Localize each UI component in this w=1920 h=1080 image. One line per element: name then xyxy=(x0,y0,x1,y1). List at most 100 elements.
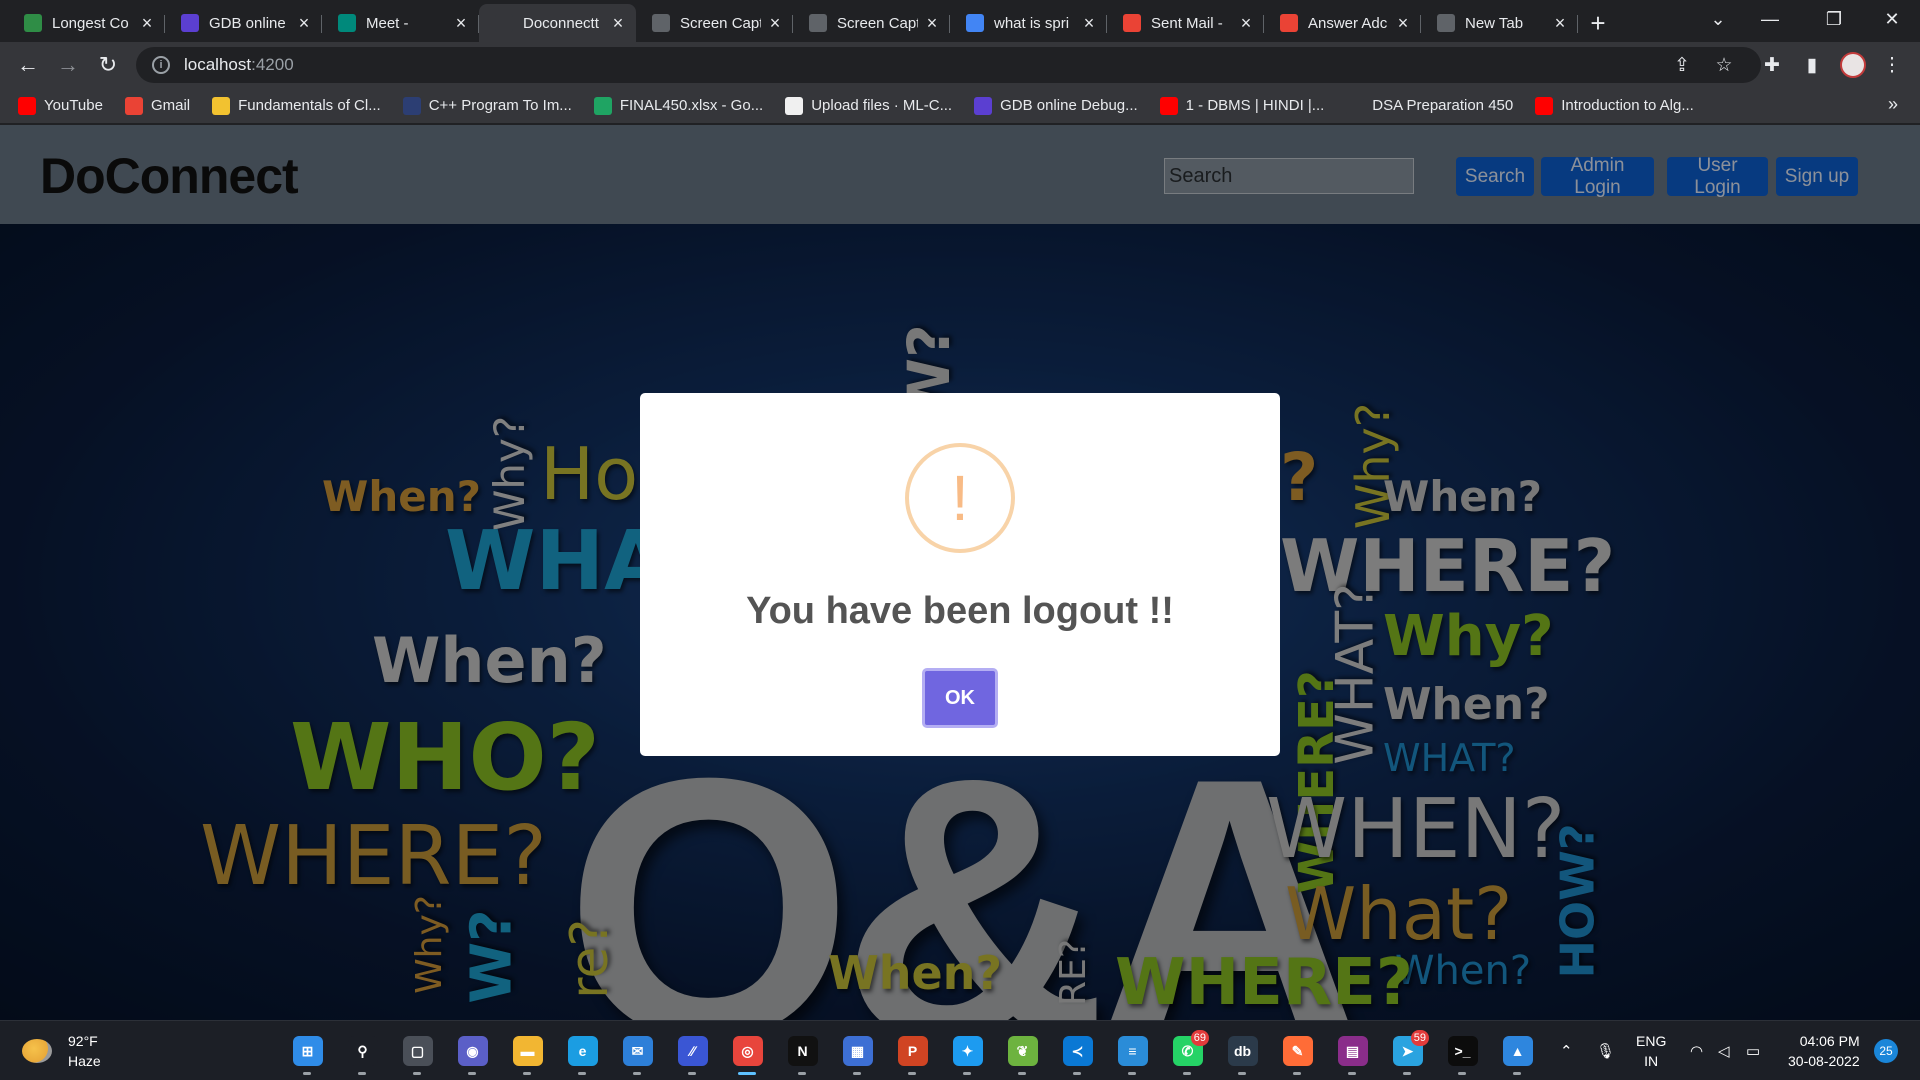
forward-icon[interactable]: → xyxy=(48,45,88,85)
taskbar-app[interactable]: db xyxy=(1215,1027,1270,1075)
battery-icon[interactable]: ▭ xyxy=(1746,1021,1760,1080)
running-indicator xyxy=(1238,1072,1246,1075)
bookmark-item[interactable]: FINAL450.xlsx - Go... xyxy=(593,96,763,115)
tab-title: Answer Adc xyxy=(1308,14,1388,32)
close-tab-icon[interactable]: × xyxy=(924,13,940,34)
taskbar-app[interactable]: P xyxy=(885,1027,940,1075)
minimize-icon[interactable]: — xyxy=(1742,0,1798,38)
browser-tab[interactable]: Screen Capt × xyxy=(793,4,950,42)
close-tab-icon[interactable]: × xyxy=(453,13,469,34)
site-info-icon[interactable]: i xyxy=(152,56,170,74)
taskbar-app[interactable]: ➤ 59 xyxy=(1380,1027,1435,1075)
microphone-icon[interactable]: 🎙 xyxy=(1596,1021,1615,1080)
reload-icon[interactable]: ↻ xyxy=(88,45,128,85)
taskbar-app[interactable]: ⊞ xyxy=(280,1027,335,1075)
taskbar-app[interactable]: >_ xyxy=(1435,1027,1490,1075)
bookmark-item[interactable]: Gmail xyxy=(124,96,190,115)
youtube-icon xyxy=(18,96,36,115)
clock-date: 30-08-2022 xyxy=(1788,1053,1860,1069)
close-tab-icon[interactable]: × xyxy=(1552,13,1568,34)
url-host: localhost xyxy=(184,55,252,74)
show-hidden-icons[interactable]: ⌃ xyxy=(1560,1021,1573,1080)
bookmark-label: DSA Preparation 450 xyxy=(1372,97,1514,114)
teams-chat-icon: ◉ xyxy=(457,1036,488,1066)
taskbar-app[interactable]: ∕∕ xyxy=(665,1027,720,1075)
wifi-icon[interactable]: ◠ xyxy=(1690,1021,1703,1080)
close-tab-icon[interactable]: × xyxy=(1081,13,1097,34)
weather-condition: Haze xyxy=(68,1053,101,1069)
netflix-icon: N xyxy=(787,1036,818,1066)
browser-tab[interactable]: Answer Adc × xyxy=(1264,4,1421,42)
weather-haze-icon xyxy=(22,1039,52,1063)
taskbar-app[interactable]: ⚲ xyxy=(335,1027,390,1075)
side-panel-icon[interactable]: ▮ xyxy=(1792,42,1832,88)
close-tab-icon[interactable]: × xyxy=(610,13,626,34)
tab-search-icon[interactable]: ⌄ xyxy=(1690,0,1746,38)
weather-widget[interactable]: 92°F Haze xyxy=(22,1031,101,1071)
taskbar-app[interactable]: ✆ 69 xyxy=(1160,1027,1215,1075)
postman-icon: ✎ xyxy=(1282,1036,1313,1066)
volume-icon[interactable]: ◁ xyxy=(1718,1021,1730,1080)
ok-button[interactable]: OK xyxy=(922,668,998,728)
taskbar-app[interactable]: ≺ xyxy=(1050,1027,1105,1075)
restore-icon[interactable]: ❐ xyxy=(1806,0,1862,38)
taskbar-app[interactable]: ✉ xyxy=(610,1027,665,1075)
taskbar-app[interactable]: ▢ xyxy=(390,1027,445,1075)
taskbar-app[interactable]: ▬ xyxy=(500,1027,555,1075)
bookmark-label: 1 - DBMS | HINDI |... xyxy=(1185,97,1325,114)
bookmark-item[interactable]: Introduction to Alg... xyxy=(1535,96,1694,115)
tab-strip: Longest Co × GDB online × Meet - × Doconnectt ×… xyxy=(0,0,1920,42)
angular-icon xyxy=(495,14,513,32)
bookmark-star-icon[interactable]: ☆ xyxy=(1704,42,1744,88)
bookmark-item[interactable]: C++ Program To Im... xyxy=(402,96,572,115)
extensions-icon[interactable]: ✚ xyxy=(1752,42,1792,88)
new-tab-button[interactable]: + xyxy=(1578,4,1618,42)
bookmark-item[interactable]: GDB online Debug... xyxy=(974,96,1138,115)
taskbar-app[interactable]: ❦ xyxy=(995,1027,1050,1075)
close-tab-icon[interactable]: × xyxy=(139,13,155,34)
taskbar-app[interactable]: ▲ xyxy=(1490,1027,1545,1075)
vscode-icon: ≺ xyxy=(1062,1036,1093,1066)
browser-tab[interactable]: New Tab × xyxy=(1421,4,1578,42)
bookmark-item[interactable]: DSA Preparation 450 xyxy=(1346,96,1514,115)
browser-tab[interactable]: what is spri × xyxy=(950,4,1107,42)
bookmark-item[interactable]: 1 - DBMS | HINDI |... xyxy=(1159,96,1325,115)
address-bar[interactable]: i localhost:4200 xyxy=(136,47,1761,83)
back-icon[interactable]: ← xyxy=(8,45,48,85)
taskbar-app[interactable]: ≡ xyxy=(1105,1027,1160,1075)
browser-tab[interactable]: Doconnectt × xyxy=(479,4,636,42)
menu-kebab-icon[interactable]: ⋮ xyxy=(1872,42,1912,88)
taskbar-app[interactable]: ▤ xyxy=(1325,1027,1380,1075)
taskbar-app[interactable]: ▦ xyxy=(830,1027,885,1075)
taskbar-app[interactable]: ◉ xyxy=(445,1027,500,1075)
running-indicator xyxy=(468,1072,476,1075)
bookmark-item[interactable]: Fundamentals of Cl... xyxy=(212,96,381,115)
notification-count-badge[interactable]: 25 xyxy=(1874,1039,1898,1063)
taskbar-app[interactable]: ✎ xyxy=(1270,1027,1325,1075)
bookmark-item[interactable]: YouTube xyxy=(18,96,103,115)
browser-tab[interactable]: Meet - × xyxy=(322,4,479,42)
close-window-icon[interactable]: ✕ xyxy=(1864,0,1920,38)
gfg-icon xyxy=(24,14,42,32)
close-tab-icon[interactable]: × xyxy=(1238,13,1254,34)
browser-tab[interactable]: Sent Mail - × xyxy=(1107,4,1264,42)
bookmarks-overflow-icon[interactable]: » xyxy=(1888,94,1898,115)
close-tab-icon[interactable]: × xyxy=(296,13,312,34)
taskbar-app[interactable]: e xyxy=(555,1027,610,1075)
browser-tab[interactable]: Longest Co × xyxy=(8,4,165,42)
language-indicator[interactable]: ENG IN xyxy=(1636,1031,1666,1071)
taskbar-app[interactable]: ◎ xyxy=(720,1027,775,1075)
browser-tab[interactable]: GDB online × xyxy=(165,4,322,42)
taskbar-app[interactable]: ✦ xyxy=(940,1027,995,1075)
clock[interactable]: 04:06 PM 30-08-2022 xyxy=(1788,1031,1860,1071)
bookmark-item[interactable]: Upload files · ML-C... xyxy=(785,96,952,115)
profile-avatar[interactable] xyxy=(1833,42,1873,88)
close-tab-icon[interactable]: × xyxy=(767,13,783,34)
close-tab-icon[interactable]: × xyxy=(1395,13,1411,34)
browser-tab[interactable]: Screen Capt × xyxy=(636,4,793,42)
running-indicator xyxy=(1348,1072,1356,1075)
running-indicator xyxy=(1018,1072,1026,1075)
taskbar-app[interactable]: N xyxy=(775,1027,830,1075)
running-indicator xyxy=(578,1072,586,1075)
share-icon[interactable]: ⇪ xyxy=(1662,42,1702,88)
